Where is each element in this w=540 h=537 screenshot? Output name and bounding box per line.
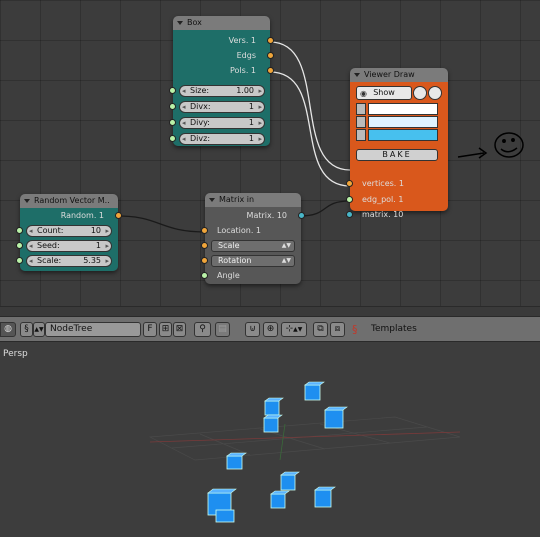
cube-2 xyxy=(264,397,284,416)
smiley-annotation xyxy=(457,132,524,159)
templates-menu[interactable]: Templates xyxy=(371,324,417,334)
plus-icon: ⊞ xyxy=(161,324,170,334)
backdrop-button[interactable]: ▤ xyxy=(215,322,230,337)
cube-7 xyxy=(270,490,290,509)
cube-5 xyxy=(226,452,247,470)
grid-floor xyxy=(148,416,461,461)
tree-name-field[interactable]: NodeTree xyxy=(45,322,141,337)
y-axis-line xyxy=(279,423,286,461)
cube-8 xyxy=(314,486,336,508)
node-editor-header: ◍ § ▲▼ NodeTree F ⊞ ⊠ ⚲ ▤ ⊍ ⊕ ⊹▲▼ ⧉ ⧈ § … xyxy=(0,316,540,342)
snap-icon: ⊕ xyxy=(266,324,275,334)
cube-10 xyxy=(215,509,235,523)
editor-type-button[interactable]: ◍ xyxy=(0,322,16,337)
snap-element-dropdown[interactable]: ⊹▲▼ xyxy=(281,322,307,337)
tree-name-text: NodeTree xyxy=(50,324,93,334)
magnet-icon: ⊍ xyxy=(249,324,256,334)
pin-icon: ⚲ xyxy=(199,324,206,334)
copy-button[interactable]: ⧉ xyxy=(313,322,328,337)
cube-4 xyxy=(324,406,348,429)
paste-icon: ⧈ xyxy=(334,324,341,334)
fake-user-button[interactable]: F xyxy=(143,322,157,337)
tree-type-icon-button[interactable]: § xyxy=(20,322,33,337)
tree-browse-button[interactable]: ▲▼ xyxy=(33,322,45,337)
cube-6 xyxy=(280,471,300,491)
updown-icon: ▲▼ xyxy=(293,326,303,333)
copy-icon: ⧉ xyxy=(317,324,324,334)
smiley-face-icon xyxy=(494,132,524,158)
3d-viewport[interactable]: Persp xyxy=(0,342,540,537)
close-icon: ⊠ xyxy=(175,324,184,334)
paste-button[interactable]: ⧈ xyxy=(330,322,345,337)
sverchok-icon: § xyxy=(352,323,358,336)
pin-button[interactable]: ⚲ xyxy=(194,322,211,337)
arrow-annotation xyxy=(457,147,488,159)
node-editor[interactable]: Box Vers. 1 Edgs Pols. 1 Size:1.00 Divx:… xyxy=(0,0,540,306)
updown-icon: ▲▼ xyxy=(34,326,44,333)
snap-toggle-button[interactable]: ⊍ xyxy=(245,322,260,337)
editor-type-icon: ◍ xyxy=(4,324,12,334)
add-tree-button[interactable]: ⊞ xyxy=(159,322,172,337)
backdrop-icon: ▤ xyxy=(218,324,227,334)
unlink-tree-button[interactable]: ⊠ xyxy=(173,322,186,337)
cube-1 xyxy=(304,381,325,401)
cube-3 xyxy=(263,414,283,433)
viewport-scene xyxy=(148,381,461,523)
snap-node-button[interactable]: ⊕ xyxy=(263,322,278,337)
